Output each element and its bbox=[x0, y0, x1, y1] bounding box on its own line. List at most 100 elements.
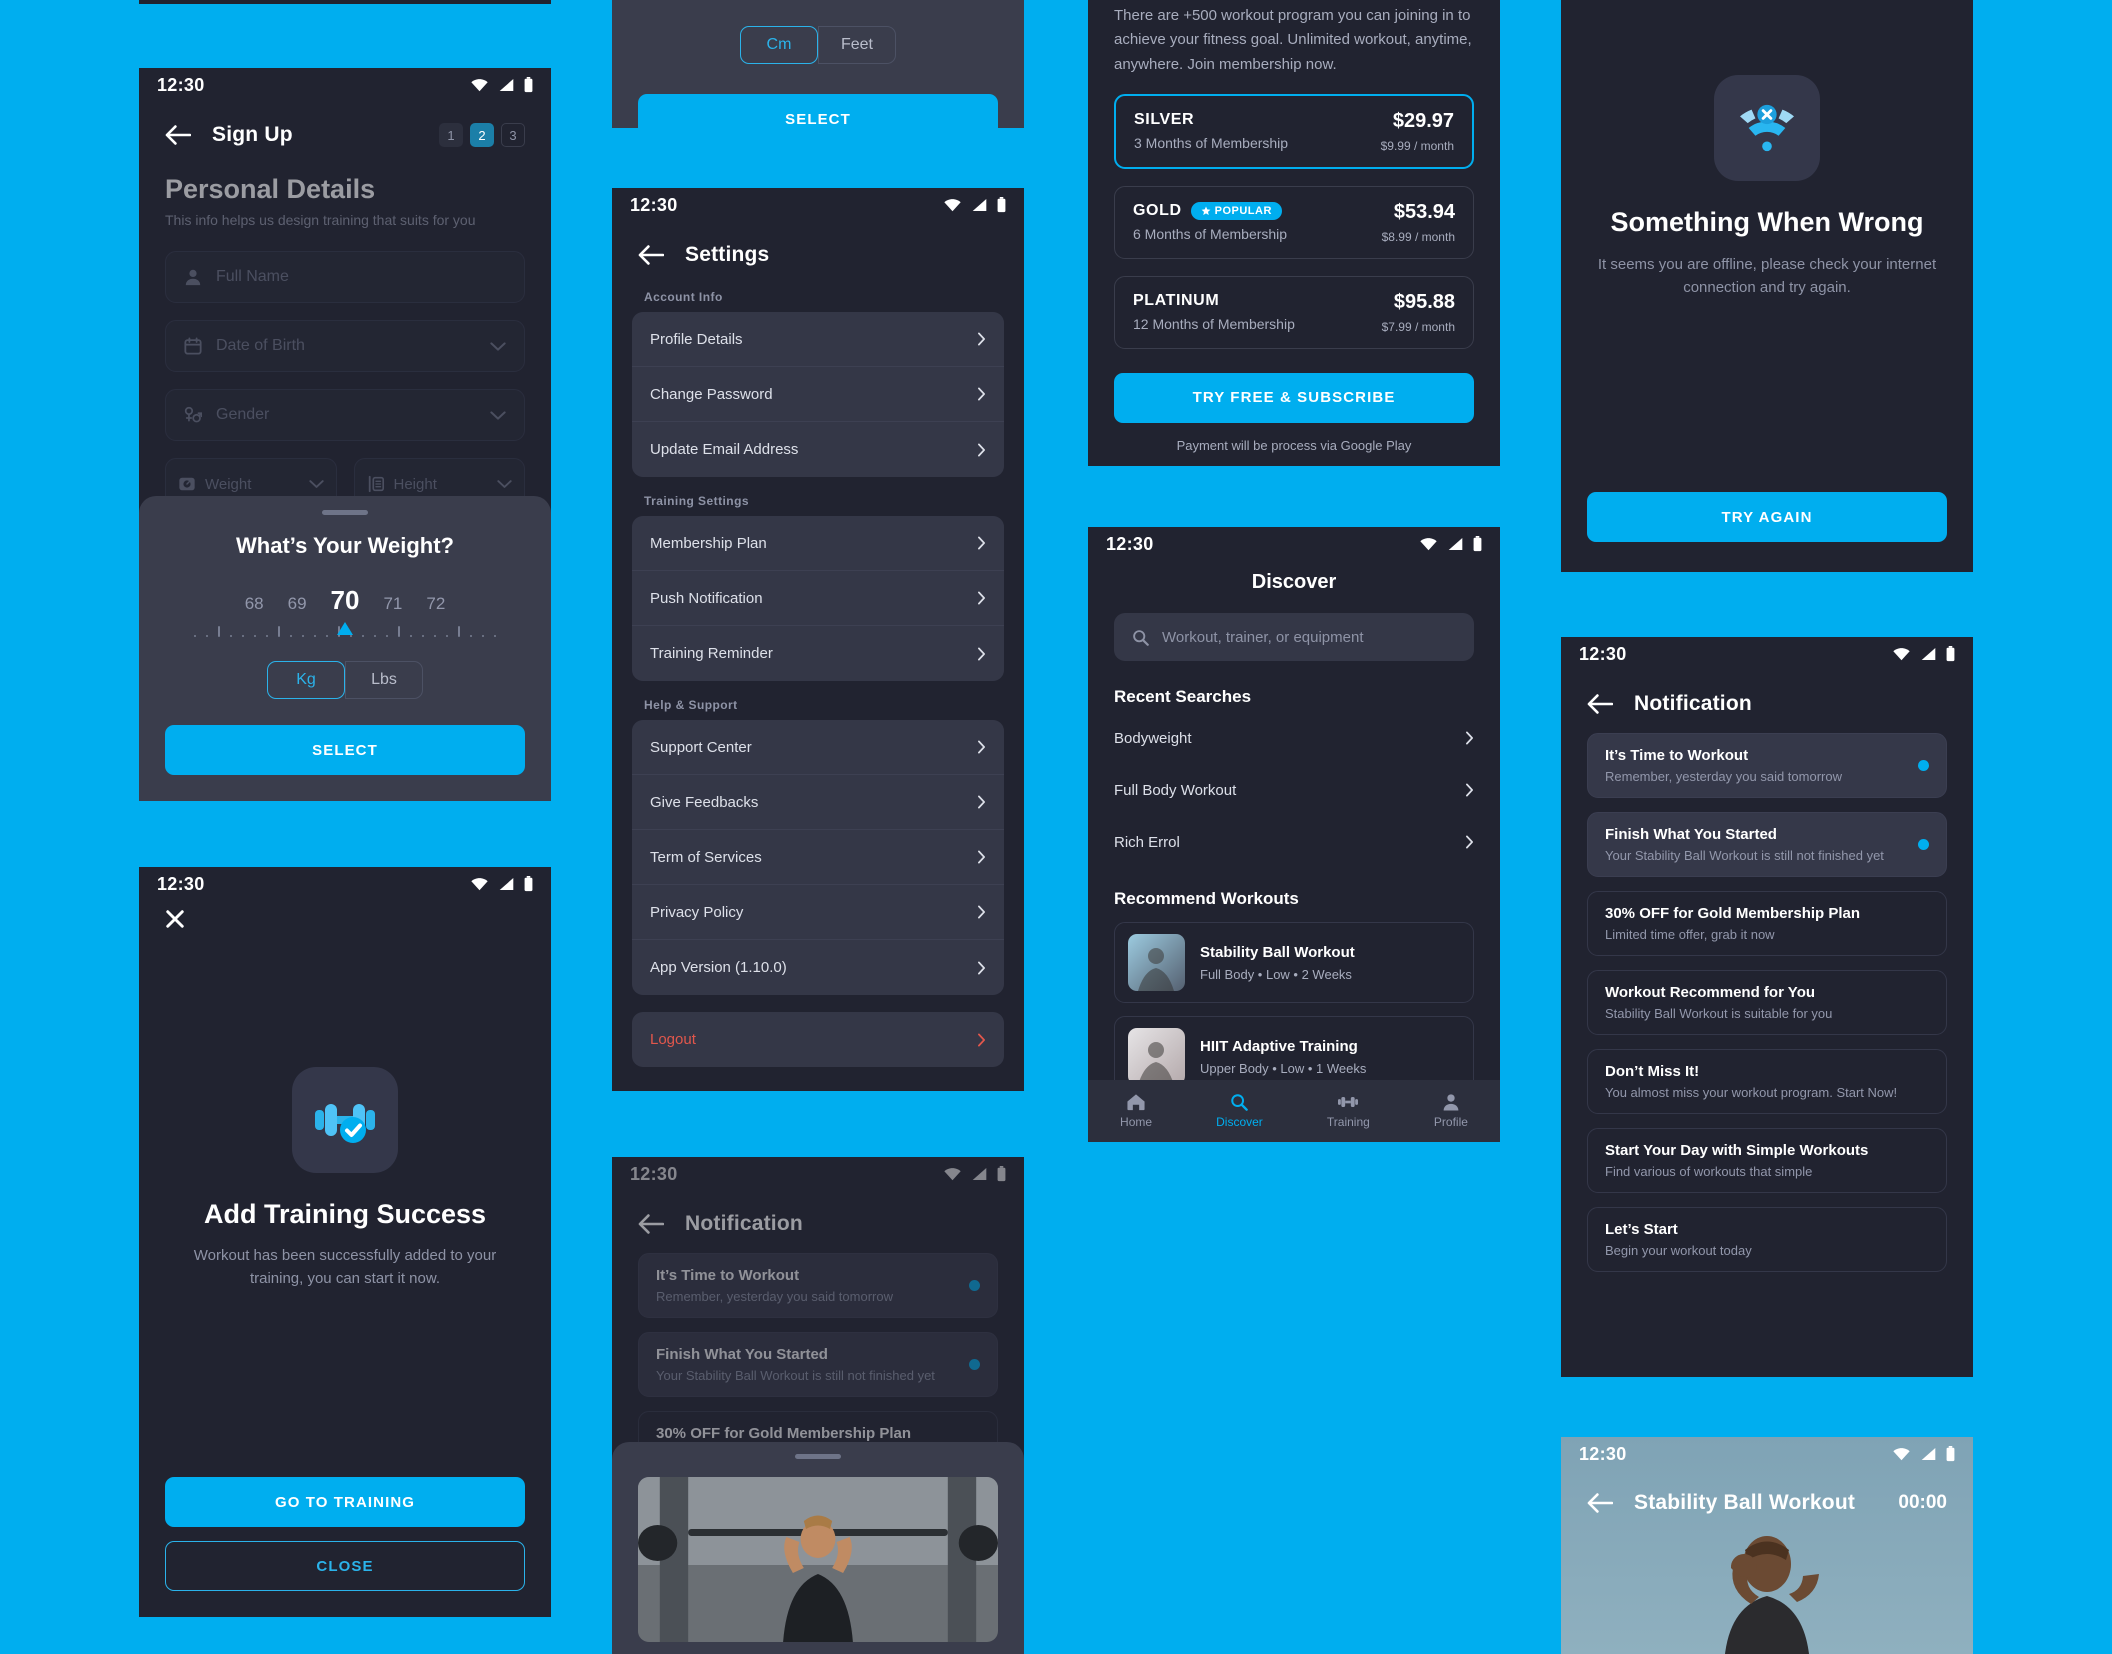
step-2[interactable]: 2 bbox=[470, 123, 494, 147]
full-name-input[interactable]: Full Name bbox=[165, 251, 525, 303]
unit-cm-button[interactable]: Cm bbox=[740, 26, 818, 64]
notification-item[interactable]: It’s Time to Workout Remember, yesterday… bbox=[638, 1253, 998, 1318]
ruler-tick bbox=[477, 623, 489, 637]
recent-search-item[interactable]: Rich Errol bbox=[1114, 821, 1474, 863]
settings-item-label: Training Reminder bbox=[650, 645, 773, 662]
step-3[interactable]: 3 bbox=[501, 123, 525, 147]
back-icon[interactable] bbox=[1587, 1493, 1613, 1513]
step-1[interactable]: 1 bbox=[439, 123, 463, 147]
logout-button[interactable]: Logout bbox=[632, 1012, 1004, 1067]
back-icon[interactable] bbox=[638, 1214, 664, 1234]
subscribe-button[interactable]: TRY FREE & SUBSCRIBE bbox=[1114, 372, 1474, 423]
settings-item[interactable]: Privacy Policy bbox=[632, 885, 1004, 940]
notification-item[interactable]: Don’t Miss It! You almost miss your work… bbox=[1587, 1049, 1947, 1114]
try-again-button[interactable]: TRY AGAIN bbox=[1587, 492, 1947, 542]
chevron-right-icon bbox=[977, 795, 986, 809]
ruler-tick bbox=[441, 623, 453, 637]
settings-item[interactable]: Change Password bbox=[632, 367, 1004, 422]
plan-card[interactable]: GOLD POPULAR 6 Months of Membership $53.… bbox=[1114, 185, 1474, 259]
weight-ruler[interactable] bbox=[165, 621, 525, 641]
tab-discover[interactable]: Discover bbox=[1216, 1093, 1263, 1129]
ruler-tick bbox=[189, 623, 201, 637]
page-title: Discover bbox=[1251, 571, 1337, 593]
unit-lbs-button[interactable]: Lbs bbox=[345, 661, 423, 699]
page-title: Notification bbox=[685, 1212, 803, 1235]
gender-input[interactable]: Gender bbox=[165, 389, 525, 441]
notification-item[interactable]: Start Your Day with Simple Workouts Find… bbox=[1587, 1128, 1947, 1193]
calendar-icon bbox=[184, 337, 202, 355]
back-icon[interactable] bbox=[165, 125, 191, 145]
weight-value-69[interactable]: 69 bbox=[288, 594, 307, 614]
wifi-icon bbox=[470, 877, 489, 891]
success-heading: Add Training Success bbox=[203, 1199, 487, 1229]
tab-profile[interactable]: Profile bbox=[1434, 1093, 1468, 1129]
notification-item[interactable]: Finish What You Started Your Stability B… bbox=[638, 1332, 998, 1397]
signal-icon bbox=[1447, 537, 1464, 551]
settings-item[interactable]: Profile Details bbox=[632, 312, 1004, 367]
settings-item[interactable]: Update Email Address bbox=[632, 422, 1004, 477]
tab-training[interactable]: Training bbox=[1327, 1093, 1370, 1129]
notification-item[interactable]: Let’s Start Begin your workout today bbox=[1587, 1207, 1947, 1272]
signal-icon bbox=[1920, 647, 1937, 661]
weight-value-selected[interactable]: 70 bbox=[331, 585, 360, 616]
plan-card[interactable]: PLATINUM 12 Months of Membership $95.88 … bbox=[1114, 275, 1474, 349]
back-icon[interactable] bbox=[638, 245, 664, 265]
ruler-tick bbox=[201, 623, 213, 637]
workout-card[interactable]: Stability Ball Workout Full Body • Low •… bbox=[1114, 922, 1474, 1003]
notification-item[interactable]: 30% OFF for Gold Membership Plan Limited… bbox=[1587, 891, 1947, 956]
recent-search-item[interactable]: Full Body Workout bbox=[1114, 769, 1474, 811]
tab-label: Discover bbox=[1216, 1115, 1263, 1129]
height-select-button[interactable]: SELECT bbox=[638, 94, 998, 128]
bottom-tab-bar: Home Discover Training Profile bbox=[1088, 1080, 1500, 1142]
chevron-right-icon bbox=[1465, 783, 1474, 797]
notification-title: 30% OFF for Gold Membership Plan bbox=[656, 1425, 912, 1442]
weight-value-71[interactable]: 71 bbox=[383, 594, 402, 614]
settings-item[interactable]: Give Feedbacks bbox=[632, 775, 1004, 830]
sheet-grabber[interactable] bbox=[795, 1454, 841, 1459]
notification-title: It’s Time to Workout bbox=[1605, 747, 1749, 764]
tab-label: Training bbox=[1326, 1115, 1370, 1129]
ruler-tick bbox=[297, 623, 309, 637]
workout-title: Stability Ball Workout bbox=[1634, 1491, 1856, 1514]
app-bar: Sign Up 1 2 3 bbox=[139, 102, 551, 158]
settings-item[interactable]: Membership Plan bbox=[632, 516, 1004, 571]
search-input[interactable]: Workout, trainer, or equipment bbox=[1114, 613, 1474, 661]
unit-feet-button[interactable]: Feet bbox=[818, 26, 896, 64]
tab-home[interactable]: Home bbox=[1120, 1093, 1152, 1129]
weight-value-68[interactable]: 68 bbox=[245, 594, 264, 614]
person-icon bbox=[1441, 1093, 1461, 1111]
status-bar: 12:30 bbox=[1561, 1437, 1973, 1471]
settings-item[interactable]: Push Notification bbox=[632, 571, 1004, 626]
close-icon[interactable] bbox=[165, 909, 185, 929]
sheet-grabber[interactable] bbox=[322, 510, 368, 515]
notification-item[interactable]: Finish What You Started Your Stability B… bbox=[1587, 812, 1947, 877]
signal-icon bbox=[1920, 1447, 1937, 1461]
ruler-tick bbox=[357, 623, 369, 637]
plan-card[interactable]: SILVER 3 Months of Membership $29.97 $9.… bbox=[1114, 93, 1474, 169]
logout-section: Logout bbox=[632, 1012, 1004, 1067]
wifi-icon bbox=[470, 78, 489, 92]
notification-screen-with-sheet: 12:30 Notification It’s Time to Workout … bbox=[612, 1157, 1024, 1654]
close-button[interactable]: CLOSE bbox=[165, 1541, 525, 1591]
settings-item[interactable]: Training Reminder bbox=[632, 626, 1004, 681]
go-to-training-button[interactable]: GO TO TRAINING bbox=[165, 1477, 525, 1527]
date-of-birth-input[interactable]: Date of Birth bbox=[165, 320, 525, 372]
weight-select-button[interactable]: SELECT bbox=[165, 725, 525, 775]
workout-meta: Upper Body • Low • 1 Weeks bbox=[1200, 1060, 1367, 1076]
unit-kg-button[interactable]: Kg bbox=[267, 661, 345, 699]
settings-item[interactable]: Support Center bbox=[632, 720, 1004, 775]
recent-search-item[interactable]: Bodyweight bbox=[1114, 717, 1474, 759]
ruler-tick bbox=[381, 623, 393, 637]
settings-list: Account Info Profile Details Change Passwo… bbox=[612, 278, 1024, 1067]
logout-label: Logout bbox=[650, 1031, 696, 1048]
settings-item[interactable]: App Version (1.10.0) bbox=[632, 940, 1004, 995]
notification-item[interactable]: Workout Recommend for You Stability Ball… bbox=[1587, 970, 1947, 1035]
unread-dot bbox=[1918, 760, 1929, 771]
notification-item[interactable]: It’s Time to Workout Remember, yesterday… bbox=[1587, 733, 1947, 798]
settings-item[interactable]: Term of Services bbox=[632, 830, 1004, 885]
ruler-tick bbox=[273, 623, 285, 637]
status-bar: 12:30 bbox=[612, 188, 1024, 222]
back-icon[interactable] bbox=[1587, 694, 1613, 714]
weight-value-72[interactable]: 72 bbox=[426, 594, 445, 614]
wifi-icon bbox=[1419, 537, 1438, 551]
